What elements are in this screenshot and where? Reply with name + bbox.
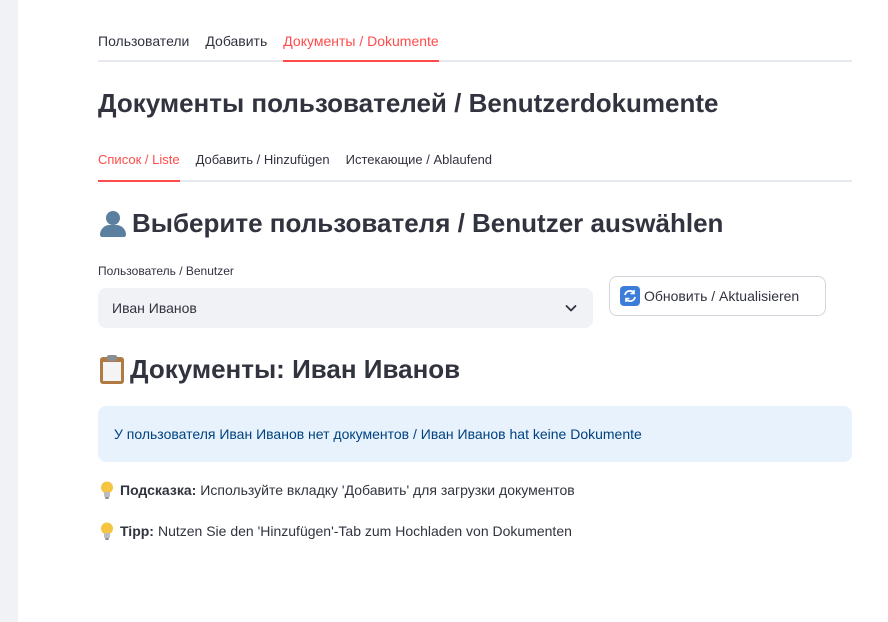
documents-heading: Документы: Иван Иванов xyxy=(98,354,460,385)
user-select[interactable]: Иван Иванов xyxy=(98,288,593,328)
page-title: Документы пользователей / Benutzerdokume… xyxy=(98,88,719,118)
tab-expiring[interactable]: Истекающие / Ablaufend xyxy=(346,142,492,182)
no-documents-message: У пользователя Иван Иванов нет документо… xyxy=(114,426,642,442)
main-tab-bar: Пользователи Добавить Документы / Dokume… xyxy=(98,22,852,62)
tab-list[interactable]: Список / Liste xyxy=(98,142,180,182)
documents-sub-tab-bar: Список / Liste Добавить / Hinzufügen Ист… xyxy=(98,142,852,182)
lightbulb-icon xyxy=(101,481,113,499)
hint-de-text: Nutzen Sie den 'Hinzufügen'-Tab zum Hoch… xyxy=(157,523,572,539)
tab-users[interactable]: Пользователи xyxy=(98,22,189,62)
select-user-heading-text: Выберите пользователя / Benutzer auswähl… xyxy=(132,208,724,238)
tab-add[interactable]: Добавить xyxy=(205,22,267,62)
hint-ru-text: Используйте вкладку 'Добавить' для загру… xyxy=(200,482,575,498)
sidebar-collapsed-strip xyxy=(0,0,18,622)
clipboard-icon xyxy=(98,354,126,385)
tab-add-document[interactable]: Добавить / Hinzufügen xyxy=(196,142,330,182)
no-documents-info: У пользователя Иван Иванов нет документо… xyxy=(98,406,852,462)
tab-documents[interactable]: Документы / Dokumente xyxy=(283,22,439,62)
hint-ru: Подсказка: Используйте вкладку 'Добавить… xyxy=(98,480,575,500)
hint-ru-label: Подсказка: xyxy=(120,482,197,498)
select-user-heading: Выберите пользователя / Benutzer auswähl… xyxy=(98,208,723,239)
user-silhouette-icon xyxy=(98,209,128,239)
chevron-down-icon xyxy=(565,305,577,312)
user-select-label: Пользователь / Benutzer xyxy=(98,264,234,278)
refresh-button-label: Обновить / Aktualisieren xyxy=(644,288,800,304)
user-select-value: Иван Иванов xyxy=(112,300,197,316)
hint-de-label: Tipp: xyxy=(120,523,154,539)
refresh-arrows-icon xyxy=(620,286,640,306)
lightbulb-icon xyxy=(101,522,113,540)
refresh-button[interactable]: Обновить / Aktualisieren xyxy=(609,276,826,316)
hint-de: Tipp: Nutzen Sie den 'Hinzufügen'-Tab zu… xyxy=(98,521,572,541)
documents-heading-text: Документы: Иван Иванов xyxy=(130,354,461,384)
